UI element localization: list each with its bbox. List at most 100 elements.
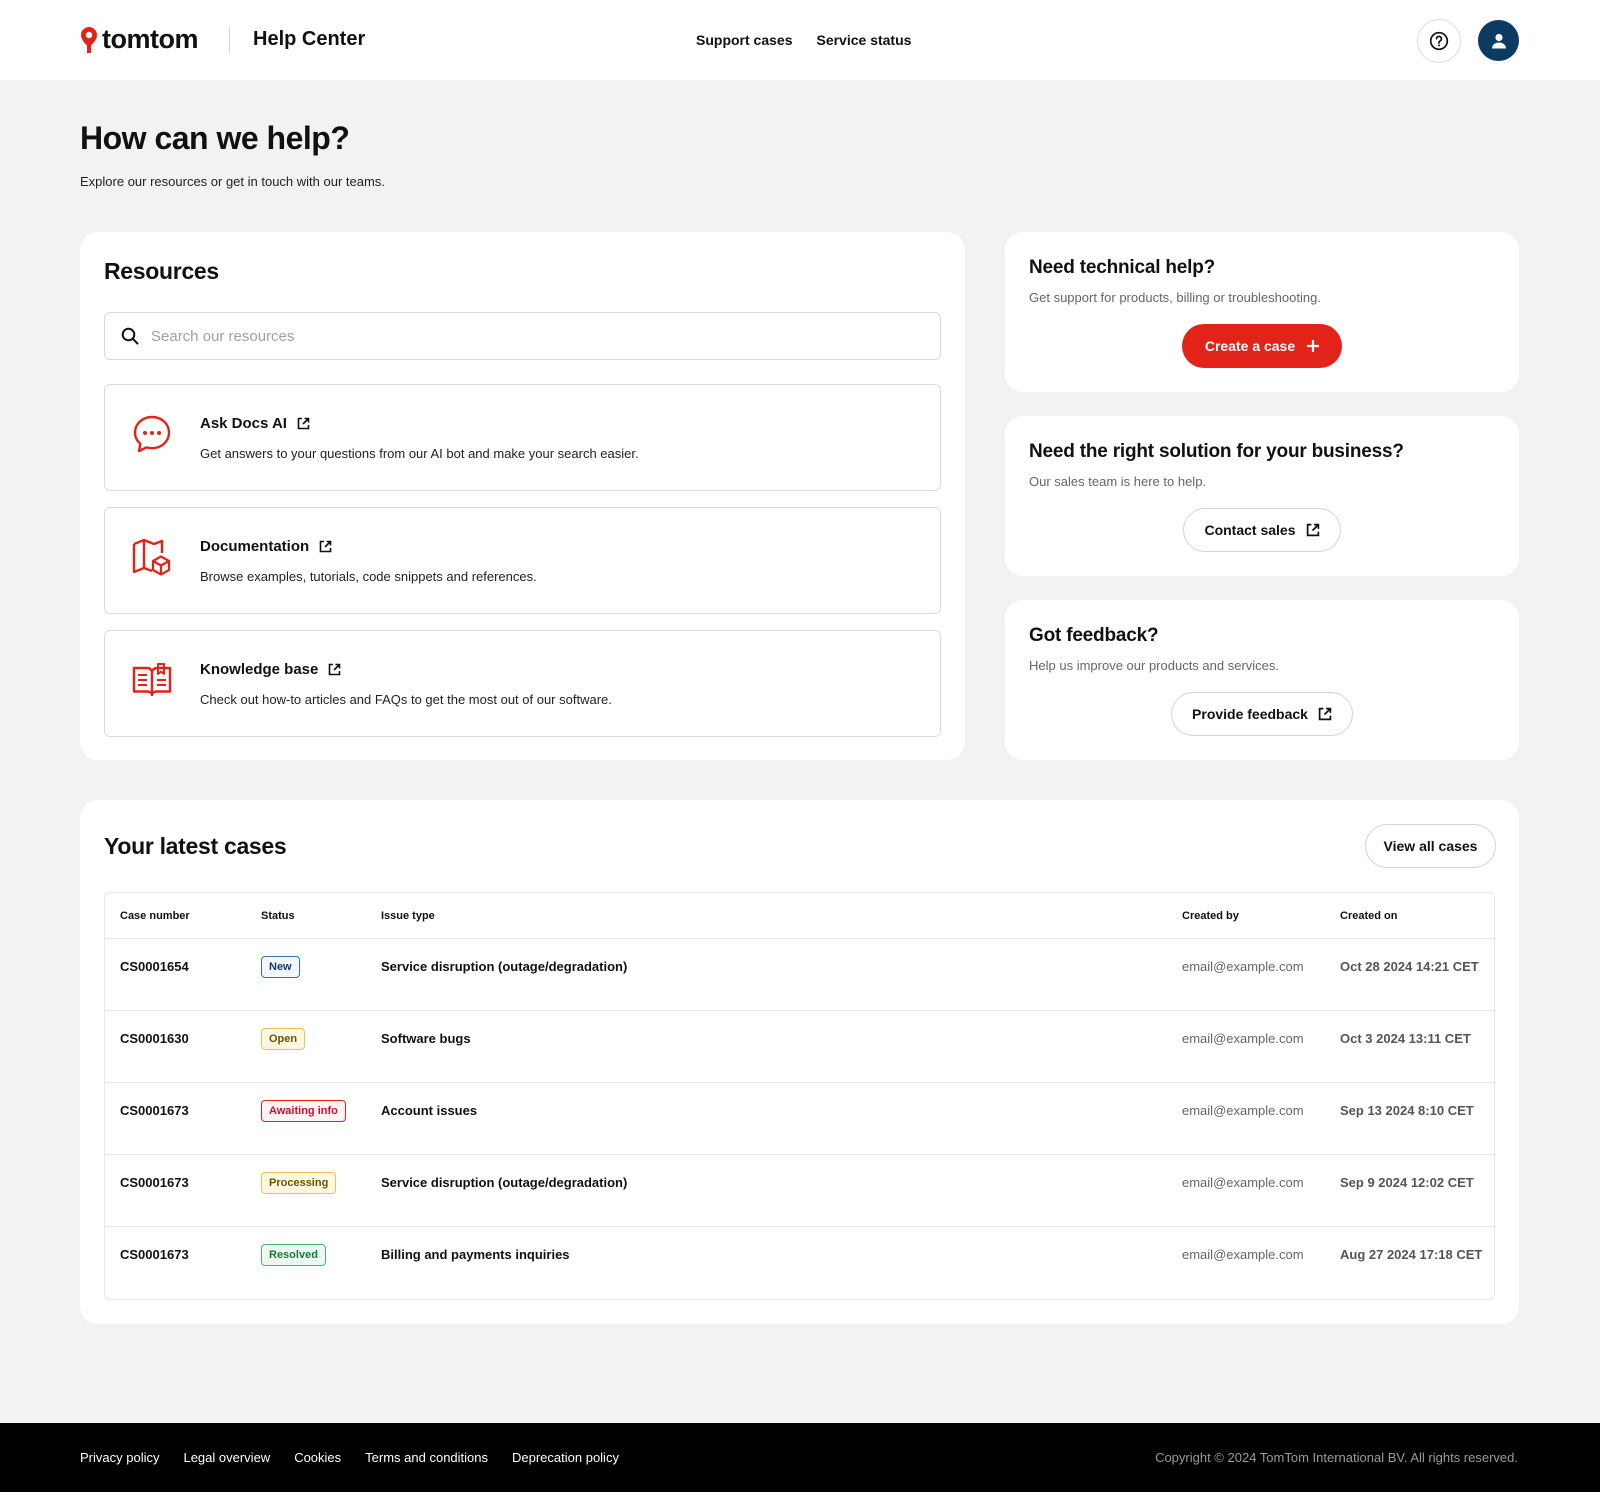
resource-title: Ask Docs AI	[200, 415, 287, 432]
created-by: email@example.com	[1182, 1103, 1304, 1118]
table-row[interactable]: CS0001673 Processing Service disruption …	[105, 1155, 1494, 1227]
created-by: email@example.com	[1182, 1175, 1304, 1190]
question-circle-icon	[1429, 31, 1449, 51]
footer: Privacy policy Legal overview Cookies Te…	[0, 1423, 1600, 1492]
technical-help-subtitle: Get support for products, billing or tro…	[1029, 290, 1321, 305]
header-divider	[229, 26, 230, 54]
resources-card: Resources Ask Docs AI Get answers to you…	[80, 232, 965, 760]
technical-help-card: Need technical help? Get support for pro…	[1005, 232, 1519, 392]
external-link-icon	[319, 540, 332, 553]
external-link-icon	[329, 663, 341, 676]
resource-description: Browse examples, tutorials, code snippet…	[200, 569, 537, 584]
table-row[interactable]: CS0001673 Awaiting info Account issues e…	[105, 1083, 1494, 1155]
hero-subtitle: Explore our resources or get in touch wi…	[80, 174, 385, 189]
resource-description: Get answers to your questions from our A…	[200, 446, 639, 461]
top-header: tomtom Help Center Support cases Service…	[0, 0, 1600, 80]
created-on: Sep 9 2024 12:02 CET	[1340, 1175, 1474, 1190]
map-cube-icon	[132, 538, 171, 576]
column-header[interactable]: Created on	[1340, 910, 1397, 922]
case-number[interactable]: CS0001630	[120, 1031, 189, 1046]
issue-type: Billing and payments inquiries	[381, 1247, 570, 1262]
chat-bubble-icon	[133, 415, 171, 453]
case-number[interactable]: CS0001654	[120, 959, 189, 974]
search-input[interactable]	[151, 327, 851, 345]
table-row[interactable]: CS0001673 Resolved Billing and payments …	[105, 1227, 1494, 1299]
status-badge: Processing	[261, 1172, 337, 1194]
footer-link-deprecation[interactable]: Deprecation policy	[512, 1450, 619, 1465]
table-row[interactable]: CS0001654 New Service disruption (outage…	[105, 939, 1494, 1011]
user-icon	[1491, 33, 1506, 48]
search-box[interactable]	[104, 312, 941, 360]
column-header[interactable]: Created by	[1182, 910, 1239, 922]
brand-name: tomtom	[102, 24, 198, 54]
column-header[interactable]: Status	[261, 910, 295, 922]
issue-type: Service disruption (outage/degradation)	[381, 959, 628, 974]
footer-links: Privacy policy Legal overview Cookies Te…	[80, 1450, 619, 1465]
view-all-cases-button[interactable]: View all cases	[1365, 824, 1496, 868]
create-case-label: Create a case	[1204, 338, 1296, 354]
resource-title: Documentation	[200, 538, 310, 555]
created-by: email@example.com	[1182, 1247, 1304, 1262]
main-nav: Support cases Service status	[696, 32, 911, 48]
resource-documentation[interactable]: Documentation Browse examples, tutorials…	[104, 507, 941, 614]
help-button[interactable]	[1417, 19, 1461, 63]
technical-help-title: Need technical help?	[1029, 257, 1216, 278]
latest-cases-card: Your latest cases View all cases Case nu…	[80, 800, 1519, 1324]
case-number[interactable]: CS0001673	[120, 1247, 189, 1262]
nav-service-status[interactable]: Service status	[816, 32, 911, 48]
feedback-subtitle: Help us improve our products and service…	[1029, 658, 1280, 673]
resources-title: Resources	[104, 258, 219, 284]
column-header[interactable]: Case number	[120, 910, 190, 922]
copyright: Copyright © 2024 TomTom International BV…	[1155, 1450, 1518, 1465]
case-number[interactable]: CS0001673	[120, 1175, 189, 1190]
footer-link-privacy[interactable]: Privacy policy	[80, 1450, 159, 1465]
created-by: email@example.com	[1182, 1031, 1304, 1046]
sales-subtitle: Our sales team is here to help.	[1029, 474, 1207, 489]
external-link-icon	[297, 417, 310, 430]
footer-link-cookies[interactable]: Cookies	[294, 1450, 341, 1465]
create-case-button[interactable]: Create a case	[1182, 324, 1342, 368]
status-badge: Open	[261, 1028, 306, 1050]
sales-title: Need the right solution for your busines…	[1029, 441, 1404, 462]
external-link-icon	[1318, 707, 1332, 721]
table-header: Case number Status Issue type Created by…	[105, 893, 1494, 939]
created-on: Aug 27 2024 17:18 CET	[1340, 1247, 1483, 1262]
resource-title: Knowledge base	[200, 661, 319, 678]
status-badge: New	[261, 956, 300, 978]
table-row[interactable]: CS0001630 Open Software bugs email@examp…	[105, 1011, 1494, 1083]
page-section-title: Help Center	[253, 28, 366, 50]
feedback-card: Got feedback? Help us improve our produc…	[1005, 600, 1519, 760]
provide-feedback-label: Provide feedback	[1192, 706, 1308, 722]
resource-knowledge-base[interactable]: Knowledge base Check out how-to articles…	[104, 630, 941, 737]
resource-ask-docs-ai[interactable]: Ask Docs AI Get answers to your question…	[104, 384, 941, 491]
feedback-title: Got feedback?	[1029, 625, 1159, 646]
nav-support-cases[interactable]: Support cases	[696, 32, 792, 48]
external-link-icon	[1306, 523, 1319, 537]
provide-feedback-button[interactable]: Provide feedback	[1171, 692, 1353, 736]
created-on: Sep 13 2024 8:10 CET	[1340, 1103, 1474, 1118]
case-number[interactable]: CS0001673	[120, 1103, 189, 1118]
plus-icon	[1307, 340, 1320, 352]
footer-link-terms[interactable]: Terms and conditions	[365, 1450, 488, 1465]
resource-description: Check out how-to articles and FAQs to ge…	[200, 692, 612, 707]
status-badge: Resolved	[261, 1244, 326, 1266]
search-icon	[121, 327, 139, 345]
footer-link-legal[interactable]: Legal overview	[183, 1450, 270, 1465]
tomtom-logo[interactable]: tomtom	[80, 24, 198, 55]
user-avatar-button[interactable]	[1478, 20, 1519, 61]
hero-title: How can we help?	[80, 120, 350, 156]
pin-icon	[81, 26, 97, 53]
latest-cases-title: Your latest cases	[104, 833, 287, 859]
sales-card: Need the right solution for your busines…	[1005, 416, 1519, 576]
issue-type: Software bugs	[381, 1031, 471, 1046]
issue-type: Service disruption (outage/degradation)	[381, 1175, 628, 1190]
open-book-icon	[132, 663, 172, 697]
cases-table: Case number Status Issue type Created by…	[104, 892, 1495, 1300]
issue-type: Account issues	[381, 1103, 478, 1118]
contact-sales-label: Contact sales	[1204, 522, 1296, 538]
status-badge: Awaiting info	[261, 1100, 346, 1122]
column-header[interactable]: Issue type	[381, 910, 435, 922]
created-on: Oct 3 2024 13:11 CET	[1340, 1031, 1471, 1046]
created-by: email@example.com	[1182, 959, 1304, 974]
contact-sales-button[interactable]: Contact sales	[1183, 508, 1341, 552]
